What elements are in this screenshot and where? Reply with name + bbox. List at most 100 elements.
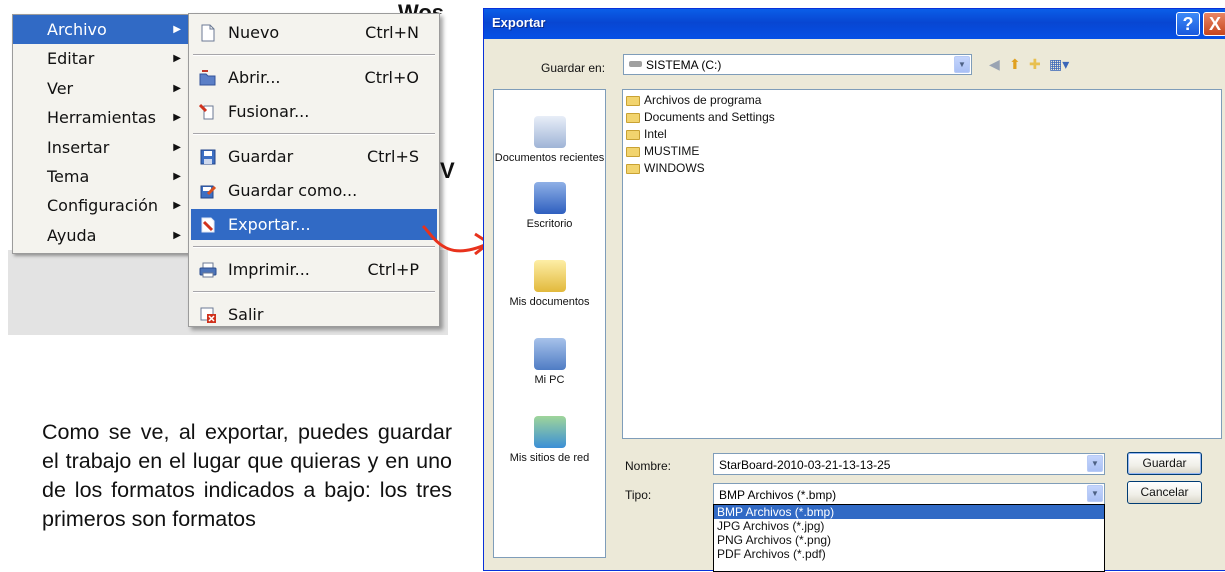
submenu-item-label: Imprimir... (228, 260, 310, 279)
dropdown-arrow-icon[interactable]: ▼ (1087, 455, 1103, 472)
type-option[interactable]: PDF Archivos (*.pdf) (714, 547, 1104, 561)
folder-item[interactable]: WINDOWS (626, 160, 705, 177)
submenu-item-imprimir[interactable]: Imprimir... Ctrl+P (191, 254, 437, 285)
folder-label: WINDOWS (644, 161, 705, 175)
menu-screenshot: Wos V Archivo ▶ Editar ▶ Ver ▶ Herramientas… (0, 0, 492, 340)
place-label: Documentos recientes (494, 152, 605, 164)
submenu-item-label: Exportar... (228, 215, 311, 234)
recent-documents-icon (533, 116, 566, 148)
submenu-item-guardar[interactable]: Guardar Ctrl+S (191, 141, 437, 172)
menu-item-label: Archivo (47, 20, 107, 39)
place-desktop[interactable]: Escritorio (494, 182, 605, 232)
help-button[interactable]: ? (1176, 12, 1200, 36)
menu-separator (193, 291, 435, 293)
folder-item[interactable]: Documents and Settings (626, 109, 775, 126)
look-in-label: Guardar en: (541, 61, 606, 75)
background-text: V (440, 158, 455, 183)
menu-item-ver[interactable]: Ver ▶ (13, 74, 195, 103)
save-disk-icon (200, 149, 216, 165)
folder-icon (626, 164, 640, 174)
menu-item-archivo[interactable]: Archivo ▶ (13, 15, 195, 45)
type-select[interactable]: BMP Archivos (*.bmp) ▼ (713, 483, 1105, 505)
submenu-arrow-icon: ▶ (173, 82, 181, 94)
submenu-item-label: Guardar como... (228, 181, 358, 200)
menu-item-label: Insertar (47, 137, 110, 157)
dropdown-arrow-icon[interactable]: ▼ (1087, 485, 1103, 502)
type-option[interactable]: JPG Archivos (*.jpg) (714, 519, 1104, 533)
place-my-documents[interactable]: Mis documentos (494, 260, 605, 310)
save-button[interactable]: Guardar (1127, 452, 1202, 475)
main-menu: Archivo ▶ Editar ▶ Ver ▶ Herramientas ▶ Inse… (12, 14, 196, 254)
filename-input[interactable]: StarBoard-2010-03-21-13-13-25 ▼ (713, 453, 1105, 475)
folder-item[interactable]: Intel (626, 126, 667, 143)
menu-item-herramientas[interactable]: Herramientas ▶ (13, 103, 195, 132)
my-computer-icon (533, 338, 566, 370)
menu-item-label: Configuración (47, 196, 159, 216)
type-dropdown-list: BMP Archivos (*.bmp) JPG Archivos (*.jpg… (713, 504, 1105, 572)
view-menu-icon[interactable]: ▦▾ (1049, 56, 1069, 74)
back-icon[interactable]: ◀ (989, 56, 1000, 74)
filename-value: StarBoard-2010-03-21-13-13-25 (719, 458, 891, 472)
shortcut-label: Ctrl+S (366, 147, 419, 166)
menu-separator (193, 54, 435, 56)
submenu-arrow-icon: ▶ (173, 24, 181, 35)
my-documents-icon (533, 260, 566, 292)
menu-item-label: Editar (47, 49, 95, 69)
menu-item-label: Ayuda (47, 225, 97, 245)
menu-item-configuracion[interactable]: Configuración ▶ (13, 191, 195, 220)
dropdown-arrow-icon[interactable]: ▼ (954, 56, 970, 73)
place-network[interactable]: Mis sitios de red (494, 416, 605, 466)
folder-item[interactable]: MUSTIME (626, 143, 699, 160)
shortcut-label: Ctrl+O (364, 68, 419, 87)
menu-item-editar[interactable]: Editar ▶ (13, 44, 195, 73)
folder-icon (626, 113, 640, 123)
new-file-icon (201, 24, 215, 42)
places-bar: Documentos recientes Escritorio Mis docu… (493, 89, 606, 558)
desktop-icon (533, 182, 566, 214)
type-option[interactable]: BMP Archivos (*.bmp) (714, 505, 1104, 519)
submenu-item-nuevo[interactable]: Nuevo Ctrl+N (191, 17, 437, 48)
archivo-submenu: Nuevo Ctrl+N Abrir... Ctrl+O Fusionar...… (188, 13, 440, 327)
export-dialog: Exportar ? X Guardar en: SISTEMA (C:) ▼ … (483, 8, 1225, 572)
submenu-item-label: Guardar (228, 147, 294, 166)
cancel-button[interactable]: Cancelar (1127, 481, 1202, 504)
up-folder-icon[interactable]: ⬆ (1009, 56, 1021, 74)
folder-item[interactable]: Archivos de programa (626, 92, 761, 109)
place-label: Mis sitios de red (509, 452, 590, 464)
merge-icon (199, 103, 214, 120)
file-list[interactable]: Archivos de programa Documents and Setti… (622, 89, 1222, 439)
look-in-select[interactable]: SISTEMA (C:) ▼ (623, 54, 972, 75)
folder-icon (626, 130, 640, 140)
place-label: Mis documentos (509, 296, 590, 308)
filename-label: Nombre: (625, 459, 672, 473)
submenu-item-salir[interactable]: Salir (191, 299, 437, 330)
menu-item-label: Herramientas (47, 108, 156, 128)
place-my-computer[interactable]: Mi PC (494, 338, 605, 388)
submenu-arrow-icon: ▶ (173, 141, 181, 153)
submenu-item-abrir[interactable]: Abrir... Ctrl+O (191, 62, 437, 93)
save-as-icon (200, 185, 217, 199)
menu-separator (193, 246, 435, 248)
place-recent-documents[interactable]: Documentos recientes (494, 116, 605, 166)
menu-item-insertar[interactable]: Insertar ▶ (13, 133, 195, 162)
submenu-arrow-icon: ▶ (173, 229, 181, 241)
submenu-arrow-icon: ▶ (173, 170, 181, 182)
place-label: Escritorio (526, 218, 573, 230)
submenu-item-guardar-como[interactable]: Guardar como... (191, 175, 437, 206)
menu-item-tema[interactable]: Tema ▶ (13, 162, 195, 191)
shortcut-label: Ctrl+P (367, 260, 419, 279)
submenu-item-exportar[interactable]: Exportar... (191, 209, 437, 240)
submenu-item-label: Salir (228, 305, 264, 324)
new-folder-icon[interactable]: ✚ (1029, 56, 1041, 74)
background-text: Wos (398, 0, 445, 14)
folder-label: Archivos de programa (644, 93, 762, 107)
shortcut-label: Ctrl+N (365, 23, 419, 42)
close-button[interactable]: X (1203, 12, 1225, 36)
folder-label: MUSTIME (644, 144, 700, 158)
folder-icon (626, 147, 640, 157)
place-label: Mi PC (534, 374, 565, 386)
submenu-item-fusionar[interactable]: Fusionar... (191, 96, 437, 127)
type-option[interactable]: PNG Archivos (*.png) (714, 533, 1104, 547)
title-bar: Exportar ? X (484, 9, 1225, 39)
menu-item-ayuda[interactable]: Ayuda ▶ (13, 221, 195, 250)
